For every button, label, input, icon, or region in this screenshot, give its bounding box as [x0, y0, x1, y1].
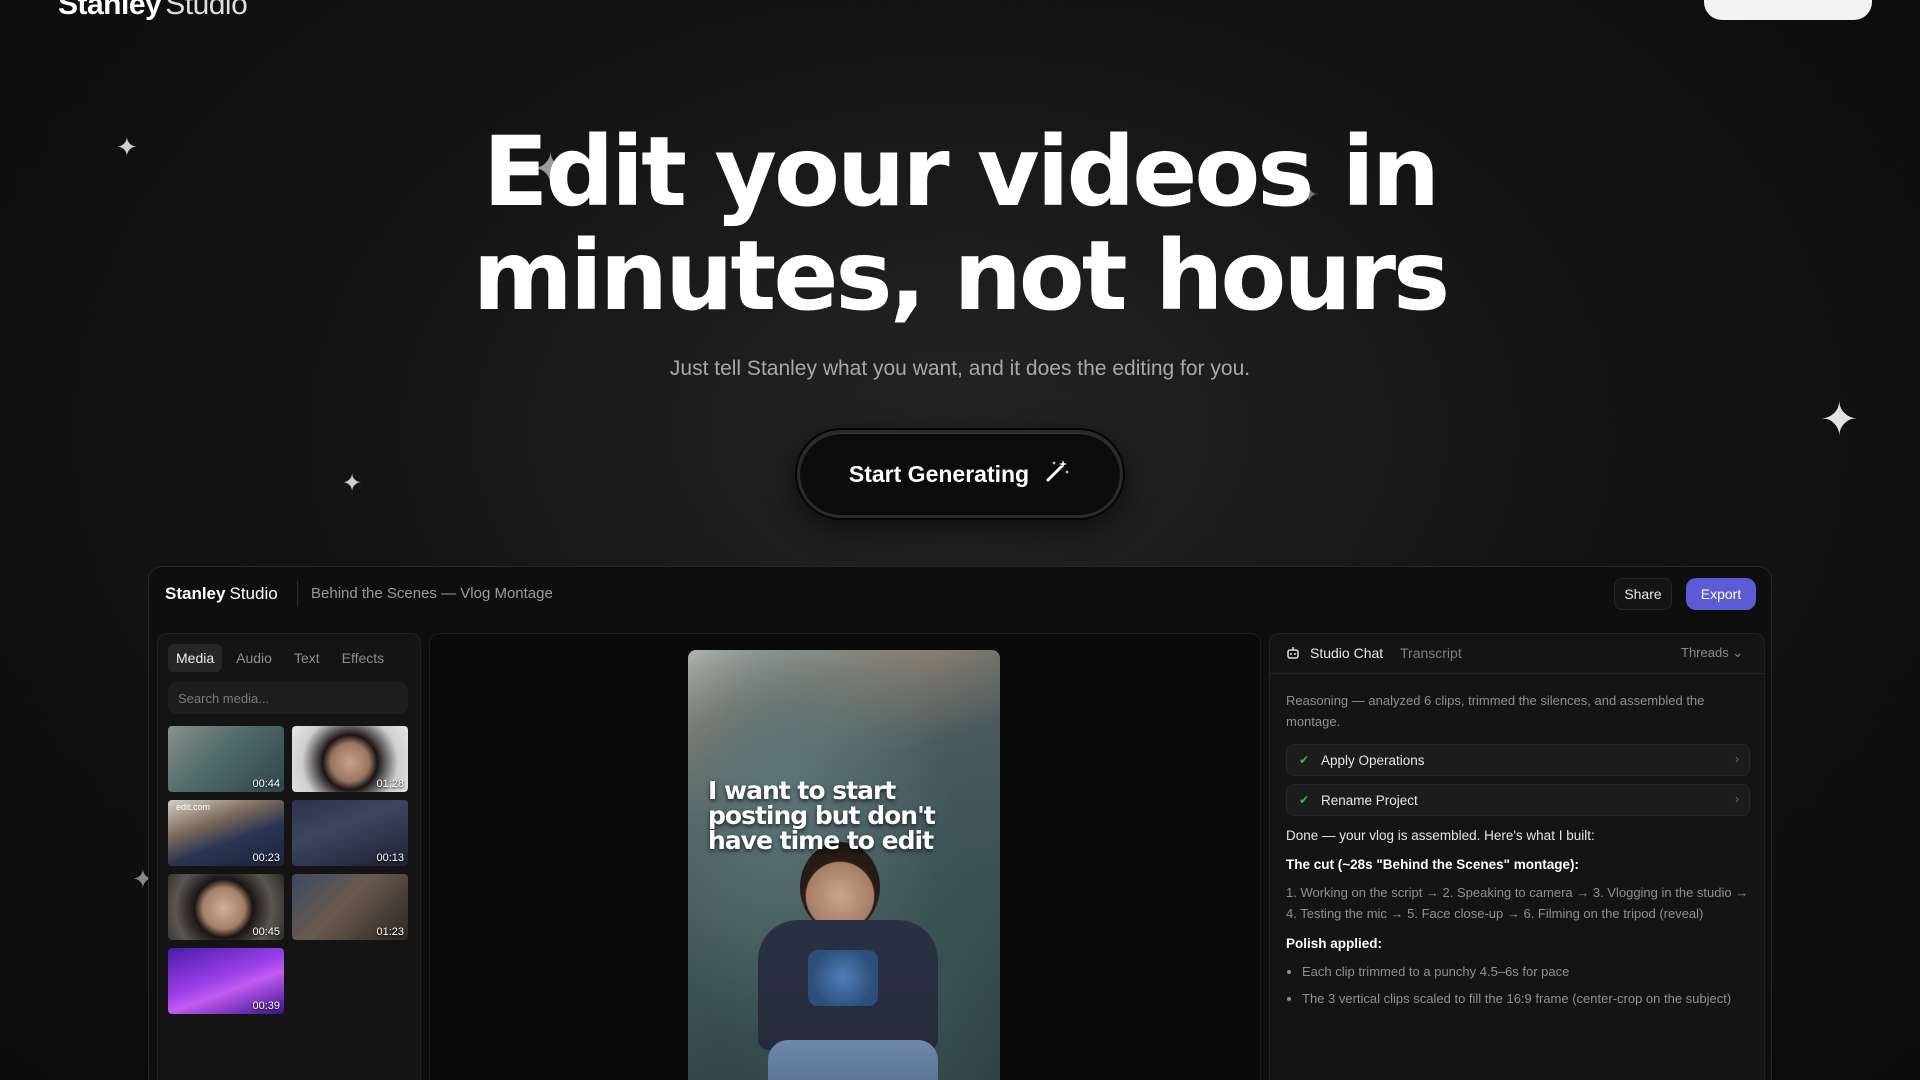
nav-cta-button[interactable] — [1704, 0, 1872, 20]
video-caption: I want to start posting but don't have t… — [708, 776, 936, 855]
clip-duration: 01:28 — [376, 778, 404, 790]
media-clip[interactable]: edit.com 00:23 — [168, 800, 284, 866]
brand-logo-thin: Studio — [165, 0, 248, 21]
header-divider — [297, 581, 298, 607]
media-clip[interactable]: 00:13 — [292, 800, 408, 866]
video-preview-panel: I want to start posting but don't have t… — [429, 633, 1261, 1080]
tab-text[interactable]: Text — [286, 644, 328, 672]
app-header: Stanley Studio Behind the Scenes — Vlog M… — [149, 567, 1771, 623]
app-logo[interactable]: Stanley Studio — [165, 584, 278, 604]
cut-description: 1. Working on the script → 2. Speaking t… — [1286, 885, 1749, 921]
clip-duration: 00:44 — [252, 778, 280, 790]
brand-logo[interactable]: Stanley Studio — [58, 0, 248, 22]
video-subject-jeans — [768, 1040, 938, 1080]
start-generating-label: Start Generating — [848, 460, 1030, 487]
brand-logo-bold: Stanley — [58, 0, 162, 21]
check-icon: ✔ — [1299, 793, 1310, 807]
tab-studio-chat[interactable]: Studio Chat — [1310, 645, 1383, 661]
tab-transcript[interactable]: Transcript — [1400, 645, 1462, 661]
operation-row-apply[interactable]: ✔ Apply Operations › — [1286, 744, 1750, 776]
list-item: Each clip trimmed to a punchy 4.5–6s for… — [1302, 961, 1752, 982]
operation-row-rename[interactable]: ✔ Rename Project › — [1286, 784, 1750, 816]
hero-title: Edit your videos in minutes, not hours — [0, 120, 1920, 328]
list-item: The 3 vertical clips scaled to fill the … — [1302, 988, 1752, 1009]
chat-header: Studio Chat Transcript Threads ⌄ — [1270, 634, 1764, 674]
media-search-input[interactable] — [168, 682, 408, 714]
export-button[interactable]: Export — [1686, 578, 1756, 610]
chat-bot-icon — [1286, 646, 1300, 663]
app-window: Stanley Studio Behind the Scenes — Vlog M… — [148, 566, 1772, 1080]
clip-duration: 01:23 — [376, 926, 404, 938]
cut-title: The cut (~28s "Behind the Scenes" montag… — [1286, 857, 1579, 872]
magic-wand-icon — [1043, 457, 1071, 492]
app-logo-thin: Studio — [229, 584, 278, 603]
threads-dropdown[interactable]: Threads ⌄ — [1681, 645, 1743, 661]
media-panel: Media Audio Text Effects 00:44 01:28 edi… — [157, 633, 421, 1080]
sparkle-icon: ✦ — [1820, 393, 1859, 445]
check-icon: ✔ — [1299, 753, 1310, 767]
start-generating-button[interactable]: Start Generating — [797, 430, 1123, 518]
media-tabs: Media Audio Text Effects — [168, 644, 392, 672]
tab-effects[interactable]: Effects — [334, 644, 393, 672]
project-title[interactable]: Behind the Scenes — Vlog Montage — [311, 585, 553, 602]
studio-chat-panel: Studio Chat Transcript Threads ⌄ Reasoni… — [1269, 633, 1765, 1080]
sparkle-icon: ✦ — [342, 470, 363, 497]
video-preview[interactable]: I want to start posting but don't have t… — [688, 650, 1000, 1080]
chat-body: Reasoning — analyzed 6 clips, trimmed th… — [1286, 690, 1752, 1015]
clip-duration: 00:13 — [376, 852, 404, 864]
done-message: Done — your vlog is assembled. Here's wh… — [1286, 828, 1595, 843]
clip-duration: 00:45 — [252, 926, 280, 938]
share-button[interactable]: Share — [1614, 578, 1672, 610]
top-nav: Stanley Studio — [0, 0, 1920, 30]
clip-duration: 00:39 — [252, 1000, 280, 1012]
polish-list: Each clip trimmed to a punchy 4.5–6s for… — [1286, 961, 1752, 1009]
clip-tag: edit.com — [176, 802, 211, 812]
media-grid: 00:44 01:28 edit.com 00:23 00:13 00:45 0… — [168, 726, 412, 1014]
video-subject-shirt-print — [808, 950, 878, 1006]
operation-label: Apply Operations — [1321, 753, 1425, 768]
hero-subtitle: Just tell Stanley what you want, and it … — [669, 357, 1251, 380]
media-clip[interactable]: 00:45 — [168, 874, 284, 940]
hero-title-line1: Edit your videos in — [482, 116, 1440, 228]
media-clip[interactable]: 00:44 — [168, 726, 284, 792]
tab-audio[interactable]: Audio — [228, 644, 280, 672]
reasoning-text: Reasoning — analyzed 6 clips, trimmed th… — [1286, 693, 1705, 729]
app-logo-bold: Stanley — [165, 584, 226, 603]
chevron-right-icon: › — [1735, 792, 1739, 806]
media-clip[interactable]: 01:28 — [292, 726, 408, 792]
operation-label: Rename Project — [1321, 793, 1418, 808]
video-subject-head — [800, 842, 880, 932]
clip-duration: 00:23 — [252, 852, 280, 864]
polish-title: Polish applied: — [1286, 936, 1383, 951]
tab-media[interactable]: Media — [168, 644, 223, 672]
media-clip[interactable]: 01:23 — [292, 874, 408, 940]
media-clip[interactable]: 00:39 — [168, 948, 284, 1014]
chevron-right-icon: › — [1735, 752, 1739, 766]
hero-title-line2: minutes, not hours — [472, 220, 1450, 332]
